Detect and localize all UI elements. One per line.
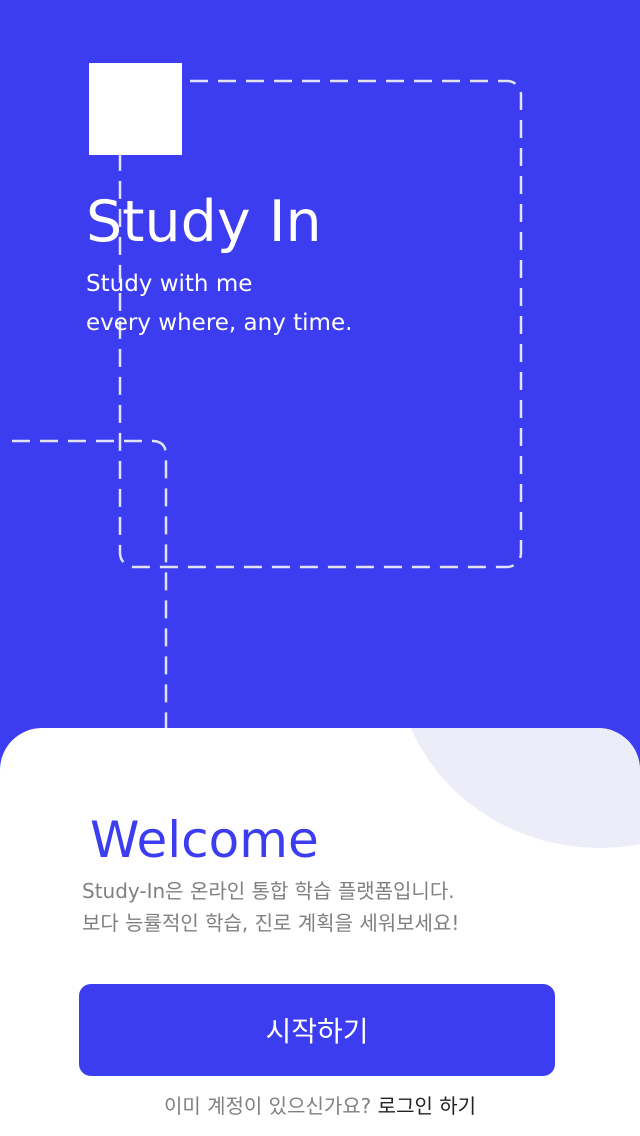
decorative-blob — [395, 728, 640, 848]
dashed-line-connector — [12, 439, 168, 740]
welcome-sheet: Welcome Study-In은 온라인 통합 학습 플랫폼입니다. 보다 능… — [0, 728, 640, 1136]
app-logo — [89, 63, 182, 155]
onboarding-screen: Study In Study with me every where, any … — [0, 0, 640, 1136]
app-title: Study In — [86, 189, 322, 255]
tagline-line-2: every where, any time. — [86, 310, 353, 336]
description-line-2: 보다 능률적인 학습, 진로 계획을 세워보세요! — [82, 911, 460, 935]
login-link[interactable]: 로그인 하기 — [378, 1094, 476, 1118]
login-row: 이미 계정이 있으신가요? 로그인 하기 — [0, 1090, 640, 1122]
description-line-1: Study-In은 온라인 통합 학습 플랫폼입니다. — [82, 879, 455, 903]
welcome-title: Welcome — [90, 811, 319, 869]
start-button[interactable]: 시작하기 — [79, 984, 555, 1076]
login-prompt: 이미 계정이 있으신가요? — [163, 1094, 372, 1118]
tagline-line-1: Study with me — [86, 271, 253, 297]
